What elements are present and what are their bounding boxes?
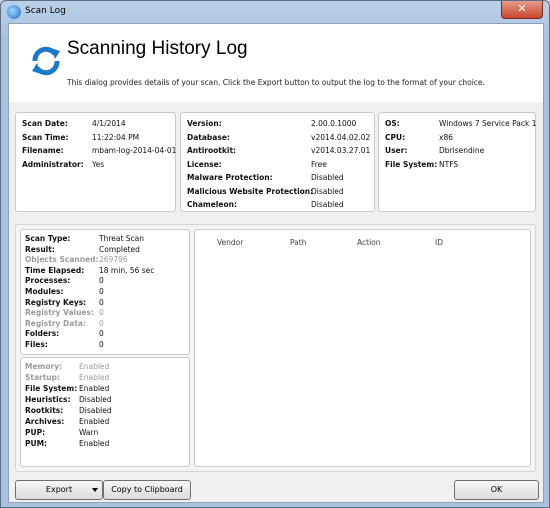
field-label: Objects Scanned: [25, 255, 99, 265]
field-label: License: [187, 159, 222, 169]
field-label: Filename: [22, 146, 64, 155]
column-header-action[interactable]: Action [357, 238, 381, 247]
field-value: 2.00.0.1000 [311, 119, 357, 128]
export-button[interactable]: Export [15, 480, 103, 500]
field-label: Archives: [25, 417, 65, 426]
field-value: Windows 7 Service Pack 1 [439, 119, 537, 128]
field-label: Malicious Website Protection: [187, 186, 314, 196]
field-value: x86 [439, 132, 453, 142]
field-value: Disabled [311, 186, 344, 196]
field-value: 0 [99, 318, 104, 328]
field-value: 269796 [99, 255, 128, 265]
field-label: Modules: [25, 287, 64, 296]
field-value: 0 [99, 329, 104, 339]
chevron-down-icon[interactable] [92, 488, 98, 492]
field-value: v2014.04.02.02 [311, 132, 371, 142]
field-value: Disabled [79, 406, 112, 415]
field-value: v2014.03.27.01 [311, 146, 371, 155]
field-label: Startup: [25, 373, 61, 382]
title-bar[interactable]: Scan Log ✕ [1, 1, 549, 23]
field-label: Result: [25, 244, 55, 254]
field-label: Version: [187, 119, 222, 128]
scan-info-panel: Scan Date: 4/1/2014 Scan Time: 11:22:04 PM F… [15, 112, 176, 212]
field-label: Registry Keys: [25, 297, 87, 307]
field-value: Warn [79, 428, 99, 437]
field-value: 0 [99, 287, 104, 296]
export-label: Export [45, 485, 73, 494]
field-label: Registry Data: [25, 318, 86, 328]
field-value: Dbrisendine [439, 146, 485, 155]
scan-options-panel: Memory: Enabled Startup: Enabled File System… [20, 357, 190, 467]
field-value: 0 [99, 308, 104, 318]
version-info-panel: Version: 2.00.0.1000 Database: v2014.04.02.… [180, 112, 375, 212]
field-value: Disabled [311, 200, 344, 209]
column-header-id[interactable]: ID [435, 238, 443, 247]
field-label: Scan Time: [22, 132, 69, 142]
dialog-body: Scanning History Log This dialog provide… [8, 23, 544, 503]
page-title: Scanning History Log [67, 38, 248, 59]
field-label: Administrator: [22, 159, 84, 169]
scan-stats-panel: Scan Type: Threat Scan Result: Completed Obj… [20, 229, 190, 355]
field-value: 11:22:04 PM [92, 132, 140, 142]
field-value: mbam-log-2014-04-01 [92, 146, 177, 155]
field-value: Yes [92, 159, 105, 169]
system-info-panel: OS: Windows 7 Service Pack 1 CPU: x86 User: D… [378, 112, 537, 212]
field-value: 0 [99, 276, 104, 286]
field-label: Registry Values: [25, 308, 94, 318]
field-value: Completed [99, 244, 140, 254]
copy-to-clipboard-button[interactable]: Copy to Clipboard [103, 480, 191, 500]
field-value: Disabled [79, 395, 112, 404]
field-value: Enabled [79, 373, 110, 382]
close-button[interactable]: ✕ [501, 1, 543, 19]
results-table[interactable]: Vendor Path Action ID [194, 229, 531, 467]
refresh-icon [32, 46, 60, 76]
field-value: 0 [99, 297, 104, 307]
field-label: PUM: [25, 439, 48, 448]
field-value: NTFS [439, 159, 459, 169]
field-label: Heuristics: [25, 395, 71, 404]
scan-log-window: Scan Log ✕ Scanning History Log This dia… [0, 0, 550, 508]
field-label: Scan Date: [22, 119, 68, 128]
field-label: Scan Type: [25, 234, 71, 243]
field-value: 0 [99, 340, 104, 349]
details-container: Scan Type: Threat Scan Result: Completed Obj… [15, 224, 536, 472]
field-label: Folders: [25, 329, 60, 339]
field-value: Enabled [79, 439, 110, 448]
column-header-path[interactable]: Path [290, 238, 306, 247]
field-value: Enabled [79, 362, 110, 371]
field-value: Enabled [79, 417, 110, 426]
field-label: PUP: [25, 428, 46, 437]
field-label: File System: [25, 384, 78, 393]
field-value: 18 min, 56 sec [99, 265, 155, 275]
field-label: Antirootkit: [187, 146, 237, 155]
field-value: Enabled [79, 384, 110, 393]
field-label: OS: [385, 119, 400, 128]
page-subtitle: This dialog provides details of your sca… [67, 78, 485, 87]
window-title: Scan Log [25, 6, 66, 16]
field-label: Time Elapsed: [25, 265, 85, 275]
header: Scanning History Log This dialog provide… [9, 24, 543, 102]
field-label: File System: [385, 159, 438, 169]
field-label: Database: [187, 132, 230, 142]
field-label: Processes: [25, 276, 71, 286]
field-value: 4/1/2014 [92, 119, 126, 128]
field-label: User: [385, 146, 408, 155]
field-label: Malware Protection: [187, 173, 273, 182]
field-label: CPU: [385, 132, 406, 142]
field-label: Rootkits: [25, 406, 64, 415]
app-icon [7, 5, 21, 19]
field-value: Threat Scan [99, 234, 145, 243]
column-header-vendor[interactable]: Vendor [217, 238, 243, 247]
field-value: Free [311, 159, 327, 169]
field-label: Files: [25, 340, 48, 349]
field-label: Chameleon: [187, 200, 237, 209]
field-label: Memory: [25, 362, 63, 371]
field-value: Disabled [311, 173, 344, 182]
ok-button[interactable]: OK [454, 480, 539, 500]
